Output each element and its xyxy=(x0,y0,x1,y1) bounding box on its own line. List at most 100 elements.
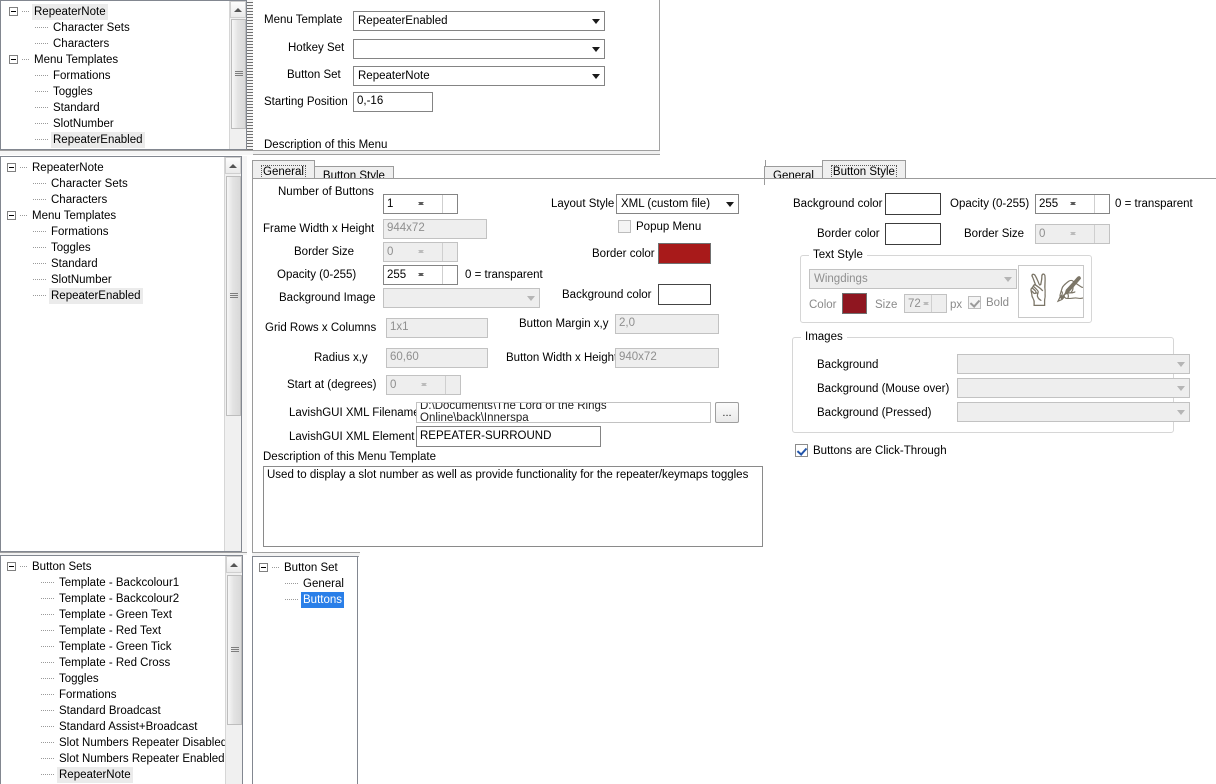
frame-size-input[interactable]: 944x72 xyxy=(383,219,487,239)
checkbox-box[interactable] xyxy=(968,296,981,309)
button-set-combo[interactable]: RepeaterNote xyxy=(353,66,605,86)
border-size-value[interactable]: 0 xyxy=(384,243,442,261)
tree-node[interactable]: Toggles xyxy=(1,671,226,687)
tree-node[interactable]: Menu Templates xyxy=(1,208,225,224)
font-color-swatch[interactable] xyxy=(842,293,867,314)
tree-node[interactable]: RepeaterNote xyxy=(1,4,230,20)
tree-expander-icon[interactable] xyxy=(9,55,18,65)
background-image-combo[interactable] xyxy=(383,288,540,308)
border-color-swatch[interactable] xyxy=(658,243,711,264)
tree-expander-icon[interactable] xyxy=(259,563,268,573)
bold-checkbox[interactable]: Bold xyxy=(968,296,1009,309)
tree-node[interactable]: Characters xyxy=(1,36,230,52)
xml-filename-input[interactable]: D:\Documents\The Lord of the Rings Onlin… xyxy=(416,402,711,423)
horizontal-splitter-top[interactable] xyxy=(253,150,660,155)
menu-template-description-textarea[interactable]: Used to display a slot number as well as… xyxy=(263,466,763,547)
tree-node[interactable]: Character Sets xyxy=(1,176,225,192)
chevron-down-icon[interactable] xyxy=(587,12,604,30)
tree-node[interactable]: Standard xyxy=(1,256,225,272)
grid-rows-columns-input[interactable]: 1x1 xyxy=(386,318,488,338)
tree-node[interactable]: Template - Backcolour1 xyxy=(1,575,226,591)
tree-node[interactable]: Slot Numbers Repeater Disabled xyxy=(1,735,227,751)
background-color-swatch[interactable] xyxy=(658,284,711,305)
tree-node[interactable]: Standard Assist+Broadcast xyxy=(1,719,226,735)
xml-element-input[interactable]: REPEATER-SURROUND xyxy=(416,426,601,447)
menu-templates-tree-top[interactable]: RepeaterNote Character Sets Characters Menu… xyxy=(0,0,247,150)
radius-input[interactable]: 60,60 xyxy=(386,348,488,368)
tree-node[interactable]: Standard xyxy=(1,100,230,116)
font-size-spinner[interactable]: 72 xyxy=(904,294,947,313)
browse-xml-file-button[interactable]: ... xyxy=(715,402,739,423)
tree-expander-icon[interactable] xyxy=(7,211,16,221)
tree-node[interactable]: Slot Numbers Repeater Enabled xyxy=(1,751,226,767)
bs-border-color-swatch[interactable] xyxy=(885,223,941,245)
scroll-thumb[interactable] xyxy=(231,19,246,129)
tree-node[interactable]: RepeaterNote xyxy=(1,767,226,783)
tree-node[interactable]: Formations xyxy=(1,224,225,240)
chevron-down-icon[interactable] xyxy=(522,289,539,307)
popup-menu-checkbox[interactable]: Popup Menu xyxy=(618,220,701,233)
scroll-up-arrow[interactable] xyxy=(226,556,242,573)
tree-node[interactable]: Menu Templates xyxy=(1,52,230,68)
chevron-down-icon[interactable] xyxy=(587,67,604,85)
button-sets-scrollbar[interactable] xyxy=(225,556,242,784)
chevron-down-icon[interactable] xyxy=(587,40,604,58)
chevron-down-icon[interactable] xyxy=(1172,403,1189,421)
button-set-detail-tree[interactable]: Button Set General Buttons xyxy=(252,556,358,784)
chevron-down-icon[interactable] xyxy=(721,195,738,213)
layout-style-combo[interactable]: XML (custom file) xyxy=(616,194,739,214)
image-pressed-combo[interactable] xyxy=(957,402,1190,422)
scroll-up-arrow[interactable] xyxy=(225,157,241,174)
horizontal-splitter-left[interactable] xyxy=(0,150,253,155)
tree-node[interactable]: Characters xyxy=(1,192,225,208)
scroll-thumb[interactable] xyxy=(226,176,241,416)
menu-templates-tree-middle[interactable]: RepeaterNote Character Sets Characters Menu… xyxy=(0,156,242,552)
tree-node[interactable]: Formations xyxy=(1,68,230,84)
image-background-combo[interactable] xyxy=(957,354,1190,374)
bs-opacity-value[interactable]: 255 xyxy=(1036,195,1094,213)
start-at-degrees-spinner[interactable]: 0 xyxy=(386,375,461,395)
scroll-up-arrow[interactable] xyxy=(230,1,246,18)
button-margin-input[interactable]: 2,0 xyxy=(615,314,719,334)
tree-node[interactable]: Buttons xyxy=(253,592,357,608)
tree-node[interactable]: Character Sets xyxy=(1,20,230,36)
tree-node[interactable]: Template - Backcolour2 xyxy=(1,591,226,607)
image-mouseover-combo[interactable] xyxy=(957,378,1190,398)
border-size-spinner[interactable]: 0 xyxy=(383,242,458,262)
bs-border-size-value[interactable]: 0 xyxy=(1036,225,1094,243)
tree-node[interactable]: Formations xyxy=(1,687,226,703)
button-size-input[interactable]: 940x72 xyxy=(615,348,719,368)
starting-position-input[interactable]: 0,-16 xyxy=(353,92,433,112)
opacity-value[interactable]: 255 xyxy=(384,266,442,284)
tree-node[interactable]: RepeaterEnabled xyxy=(1,288,225,304)
tree-node[interactable]: RepeaterNote xyxy=(1,160,225,176)
number-of-buttons-value[interactable]: 1 xyxy=(384,195,442,213)
tree-node[interactable]: SlotNumber xyxy=(1,272,225,288)
tree-node[interactable]: SlotNumber xyxy=(1,116,230,132)
chevron-down-icon[interactable] xyxy=(1172,355,1189,373)
tree-middle-scrollbar[interactable] xyxy=(224,157,241,551)
button-sets-tree[interactable]: Button Sets Template - Backcolour1 Templat… xyxy=(0,555,243,784)
tree-node[interactable]: Template - Green Tick xyxy=(1,639,226,655)
chevron-down-icon[interactable] xyxy=(999,270,1016,288)
tree-expander-icon[interactable] xyxy=(7,163,16,173)
tree-node[interactable]: Button Set xyxy=(253,560,357,576)
opacity-spinner[interactable]: 255 xyxy=(383,265,458,285)
start-at-degrees-value[interactable]: 0 xyxy=(387,376,445,394)
tree-node[interactable]: Toggles xyxy=(1,240,225,256)
number-of-buttons-spinner[interactable]: 1 xyxy=(383,194,458,214)
bs-border-size-spinner[interactable]: 0 xyxy=(1035,224,1110,244)
tree-node[interactable]: Template - Red Text xyxy=(1,623,226,639)
tree-node[interactable]: Toggles xyxy=(1,84,230,100)
tree-node[interactable]: Template - Red Cross xyxy=(1,655,226,671)
tree-expander-icon[interactable] xyxy=(7,562,16,572)
checkbox-box[interactable] xyxy=(618,220,631,233)
vertical-splitter-bottom[interactable] xyxy=(243,555,249,784)
tree-top-scrollbar[interactable] xyxy=(229,1,246,149)
click-through-checkbox[interactable]: Buttons are Click-Through xyxy=(795,444,947,457)
hotkey-set-combo[interactable] xyxy=(353,39,605,59)
font-family-combo[interactable]: Wingdings xyxy=(809,269,1017,289)
bs-opacity-spinner[interactable]: 255 xyxy=(1035,194,1110,214)
tree-node[interactable]: RepeaterEnabled xyxy=(1,132,230,148)
chevron-down-icon[interactable] xyxy=(1172,379,1189,397)
